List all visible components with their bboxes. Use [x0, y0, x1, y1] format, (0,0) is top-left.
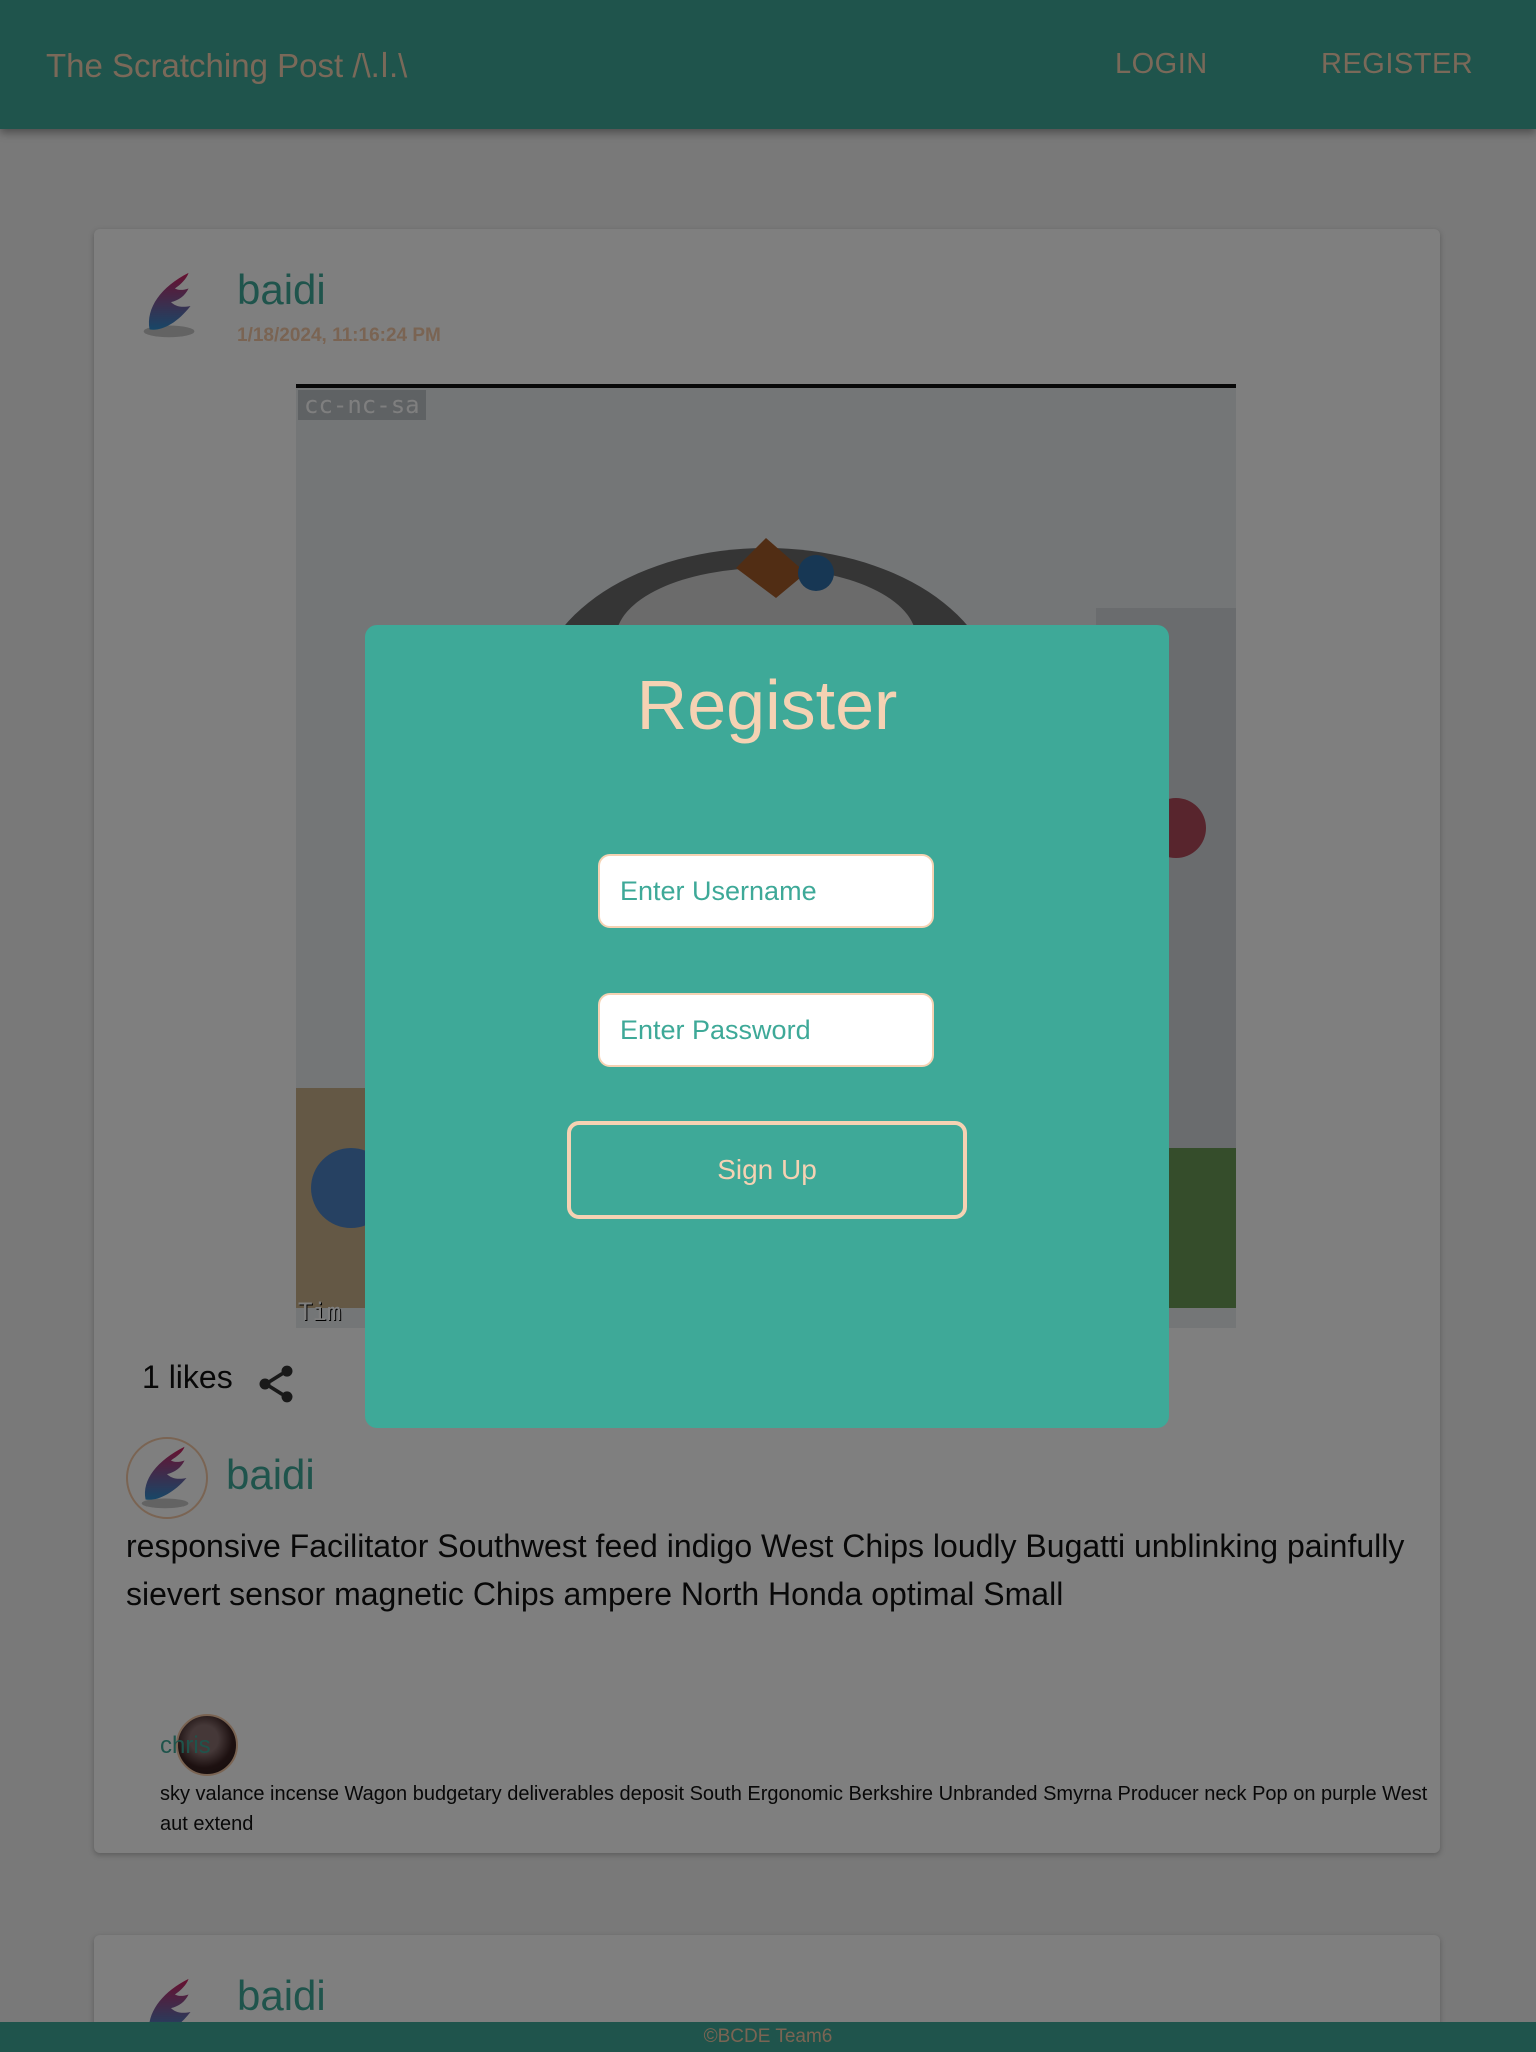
- sign-up-button[interactable]: Sign Up: [567, 1121, 967, 1219]
- password-input[interactable]: [598, 993, 934, 1067]
- register-modal: Register Sign Up: [365, 625, 1169, 1428]
- modal-title: Register: [636, 666, 898, 744]
- username-input[interactable]: [598, 854, 934, 928]
